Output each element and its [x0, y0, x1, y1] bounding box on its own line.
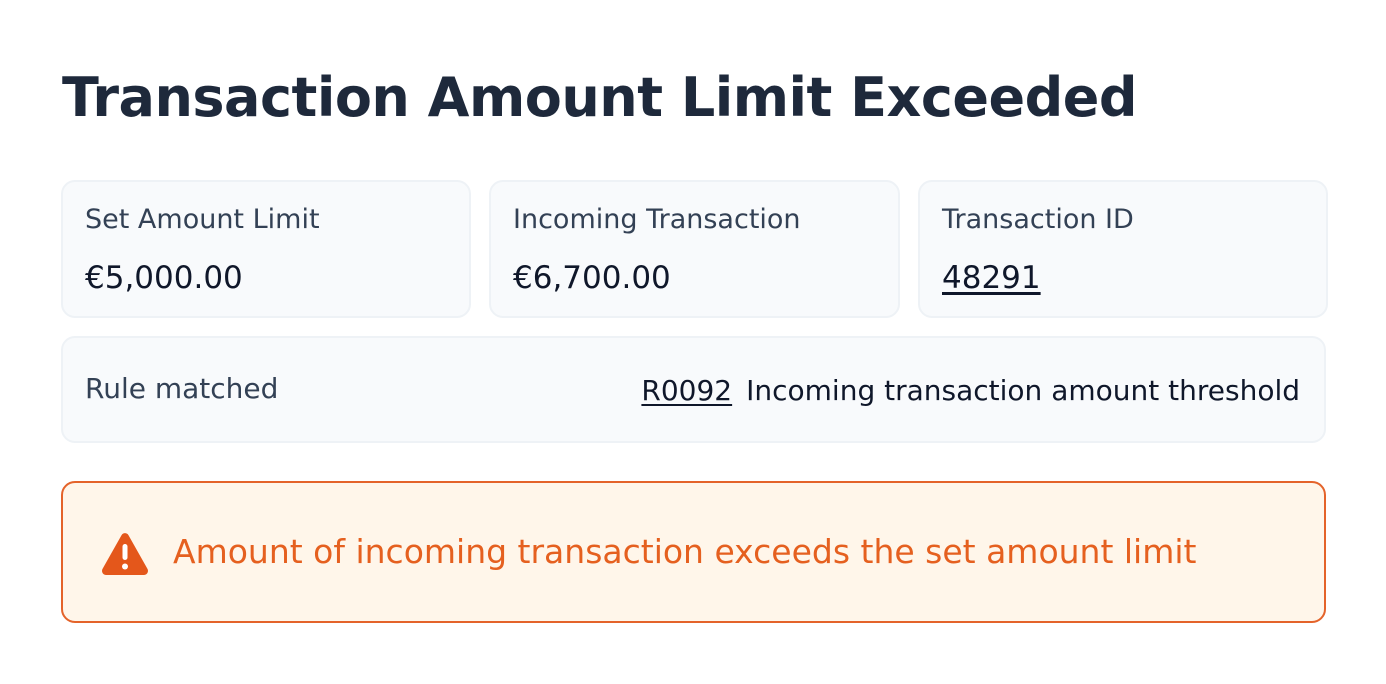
transaction-id-card: Transaction ID 48291	[918, 180, 1328, 318]
alert-message: Amount of incoming transaction exceeds t…	[173, 532, 1197, 571]
rule-matched-detail: R0092 Incoming transaction amount thresho…	[641, 372, 1300, 410]
rule-matched-label: Rule matched	[85, 372, 279, 405]
incoming-transaction-card: Incoming Transaction €6,700.00	[489, 180, 900, 318]
page-title: Transaction Amount Limit Exceeded	[62, 66, 1138, 129]
set-amount-limit-value: €5,000.00	[85, 260, 243, 296]
rule-matched-card: Rule matched R0092 Incoming transaction a…	[61, 336, 1326, 443]
limit-exceeded-alert: Amount of incoming transaction exceeds t…	[61, 481, 1326, 623]
rule-id-link[interactable]: R0092	[641, 374, 732, 407]
incoming-transaction-value: €6,700.00	[513, 260, 671, 296]
rule-description: Incoming transaction amount threshold	[746, 374, 1300, 407]
set-amount-limit-card: Set Amount Limit €5,000.00	[61, 180, 471, 318]
transaction-id-label: Transaction ID	[942, 204, 1134, 235]
warning-triangle-icon	[101, 532, 149, 576]
transaction-id-link[interactable]: 48291	[942, 258, 1041, 298]
incoming-transaction-label: Incoming Transaction	[513, 204, 801, 235]
set-amount-limit-label: Set Amount Limit	[85, 204, 320, 235]
